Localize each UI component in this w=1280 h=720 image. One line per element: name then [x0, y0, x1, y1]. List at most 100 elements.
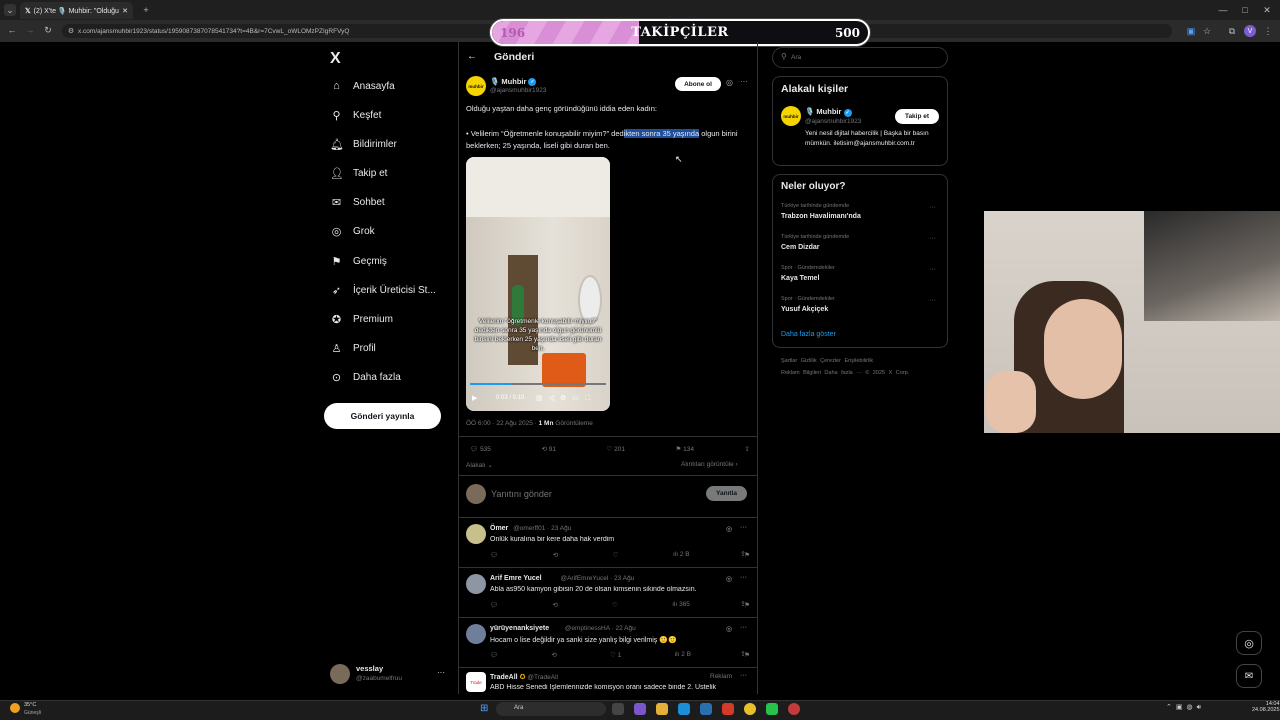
sidebar-item-2[interactable]: ⚲ Keşfet — [330, 109, 381, 122]
trend-name[interactable]: Kaya Temel — [781, 275, 819, 282]
repost-action[interactable]: ⟲ 91 — [541, 445, 556, 453]
reply-submit-button[interactable]: Yanıtla — [706, 486, 747, 501]
back-arrow-icon[interactable]: ← — [467, 51, 477, 62]
sidebar-item-5[interactable]: ✉ Sohbet — [330, 196, 385, 209]
reply-more-icon[interactable]: ··· — [740, 574, 747, 581]
share-icon[interactable]: ⇪ — [740, 600, 746, 608]
bookmark-action[interactable]: ⚑ 134 — [676, 445, 695, 453]
views-action[interactable]: ılı 365 — [672, 601, 690, 609]
search-input[interactable]: ⚲ Ara — [772, 47, 948, 68]
browser-menu-icon[interactable]: ⋮ — [1262, 24, 1274, 38]
sidebar-item-11[interactable]: ⊙ Daha fazla — [330, 371, 401, 384]
repost-action[interactable]: ⟲ — [552, 601, 557, 609]
grok-icon[interactable]: ◎ — [726, 575, 732, 583]
site-info-icon[interactable]: ⚙ — [66, 26, 76, 36]
minimize-button[interactable]: — — [1216, 3, 1230, 17]
sidebar-item-7[interactable]: ⚑ Geçmiş — [330, 255, 387, 268]
new-tab-button[interactable]: + — [140, 3, 152, 17]
weather-sun-icon[interactable] — [10, 703, 20, 713]
system-tray-icons[interactable]: ⌃▣◍🔊︎ — [1166, 703, 1205, 712]
account-avatar[interactable] — [330, 664, 350, 684]
sidebar-item-6[interactable]: ◎ Grok — [330, 225, 375, 238]
trend-name[interactable]: Trabzon Havalimanı'nda — [781, 213, 861, 220]
author-avatar[interactable]: muhbir — [466, 76, 486, 96]
install-app-icon[interactable]: ▣ — [1185, 24, 1197, 38]
ad-more-icon[interactable]: ··· — [740, 672, 747, 679]
reply-more-icon[interactable]: ··· — [740, 524, 747, 531]
reply-more-icon[interactable]: ··· — [740, 624, 747, 631]
trend-more-icon[interactable]: ··· — [929, 266, 936, 273]
related-follow-button[interactable]: Takip et — [895, 109, 939, 124]
repost-action[interactable]: ⟲ — [551, 651, 556, 659]
grok-icon[interactable]: ◎ — [726, 625, 732, 633]
views-action[interactable]: ılı 2 B — [673, 551, 690, 559]
tab-close-icon[interactable]: ✕ — [122, 7, 128, 15]
like-action[interactable]: ♡ 201 — [606, 445, 625, 453]
like-action[interactable]: ♡ 1 — [610, 651, 621, 659]
like-action[interactable]: ♡ — [613, 551, 619, 559]
task-view-icon[interactable] — [612, 703, 624, 715]
reply-author-name[interactable]: yürüyenanksiyete — [490, 625, 549, 632]
trend-name[interactable]: Yusuf Akçiçek — [781, 306, 828, 313]
bookmark-star-icon[interactable]: ☆ — [1201, 24, 1213, 38]
view-quotes-link[interactable]: Alıntıları görüntüle › — [681, 461, 738, 468]
weather-temp[interactable]: 35°C — [24, 702, 36, 708]
repost-action[interactable]: ⟲ — [553, 551, 558, 559]
reply-action[interactable]: 💬︎ — [490, 651, 498, 659]
trend-more-icon[interactable]: ··· — [929, 297, 936, 304]
share-icon[interactable]: ⇪ — [740, 550, 746, 558]
reply-action[interactable]: 💬︎ — [490, 601, 498, 609]
app-icon-3[interactable] — [722, 703, 734, 715]
related-name[interactable]: 🎙️ Muhbir ✓ — [805, 107, 852, 117]
tab-search-button[interactable]: ⌄ — [4, 4, 16, 16]
reply-action[interactable]: 💬︎ 535 — [470, 445, 491, 453]
taskbar-search[interactable]: Ara — [496, 702, 606, 716]
messages-floating-icon[interactable]: ✉ — [1236, 664, 1262, 688]
ad-avatar[interactable]: Trade — [466, 672, 486, 692]
extensions-icon[interactable]: ⧉ — [1226, 24, 1238, 38]
footer-links-2[interactable]: Reklam Bilgileri Daha fazla ··· © 2025 X… — [781, 370, 909, 376]
reply-avatar[interactable] — [466, 624, 486, 644]
reply-input[interactable]: Yanıtını gönder — [491, 489, 552, 499]
account-menu-icon[interactable]: ··· — [437, 668, 445, 677]
author-name[interactable]: 🎙️ Muhbir ✓ — [490, 77, 537, 86]
ad-author[interactable]: TradeAll ✪ @TradeAll — [490, 673, 558, 681]
app-icon-1[interactable] — [634, 703, 646, 715]
back-icon[interactable]: ← — [6, 24, 18, 36]
sidebar-item-8[interactable]: ➶ İçerik Üreticisi St... — [330, 284, 436, 297]
grok-explain-icon[interactable]: ◎ — [726, 78, 733, 87]
sidebar-item-9[interactable]: ✪ Premium — [330, 313, 393, 326]
reload-icon[interactable]: ↻ — [42, 24, 54, 36]
trend-name[interactable]: Cem Dizdar — [781, 244, 820, 251]
profile-avatar[interactable]: V — [1244, 25, 1256, 37]
reply-avatar[interactable] — [466, 524, 486, 544]
trend-more-icon[interactable]: ··· — [929, 204, 936, 211]
share-icon[interactable]: ⇪ — [740, 650, 746, 658]
reply-author-name[interactable]: Arif Emre Yucel — [490, 575, 542, 582]
kick-icon[interactable] — [766, 703, 778, 715]
edge-icon[interactable] — [678, 703, 690, 715]
chrome-icon[interactable] — [744, 703, 756, 715]
app-icon-4[interactable] — [788, 703, 800, 715]
sidebar-item-4[interactable]: 👤︎ Takip et — [330, 167, 387, 180]
reply-action[interactable]: 💬︎ — [490, 551, 498, 559]
file-explorer-icon[interactable] — [656, 703, 668, 715]
video-progress-track[interactable] — [470, 383, 606, 385]
windows-start-icon[interactable]: ⊞ — [480, 703, 488, 714]
sidebar-item-1[interactable]: ⌂ Anasayfa — [330, 80, 395, 92]
sidebar-item-3[interactable]: 🔔︎ Bildirimler — [330, 138, 397, 151]
browser-tab[interactable]: 𝕏 (2) X'te 🎙️ Muhbir: "Olduğu y... ✕ — [20, 2, 133, 19]
app-icon-2[interactable] — [700, 703, 712, 715]
subscribe-button[interactable]: Abone ol — [675, 77, 721, 91]
related-avatar[interactable]: muhbir — [781, 106, 801, 126]
video-player[interactable]: Velilerim “öğretmenle konuşabilir miyim?… — [466, 157, 610, 411]
post-more-icon[interactable]: ··· — [740, 77, 748, 86]
trend-more-icon[interactable]: ··· — [929, 235, 936, 242]
reply-avatar[interactable] — [466, 574, 486, 594]
like-action[interactable]: ♡ — [612, 601, 618, 609]
share-icon[interactable]: ⇪ — [745, 445, 750, 453]
close-window-button[interactable]: ✕ — [1260, 3, 1274, 17]
show-more-link[interactable]: Daha fazla göster — [781, 331, 836, 338]
sort-relevant-dropdown[interactable]: Alakalı ⌄ — [466, 461, 493, 469]
sidebar-item-10[interactable]: ♙ Profil — [330, 342, 376, 355]
